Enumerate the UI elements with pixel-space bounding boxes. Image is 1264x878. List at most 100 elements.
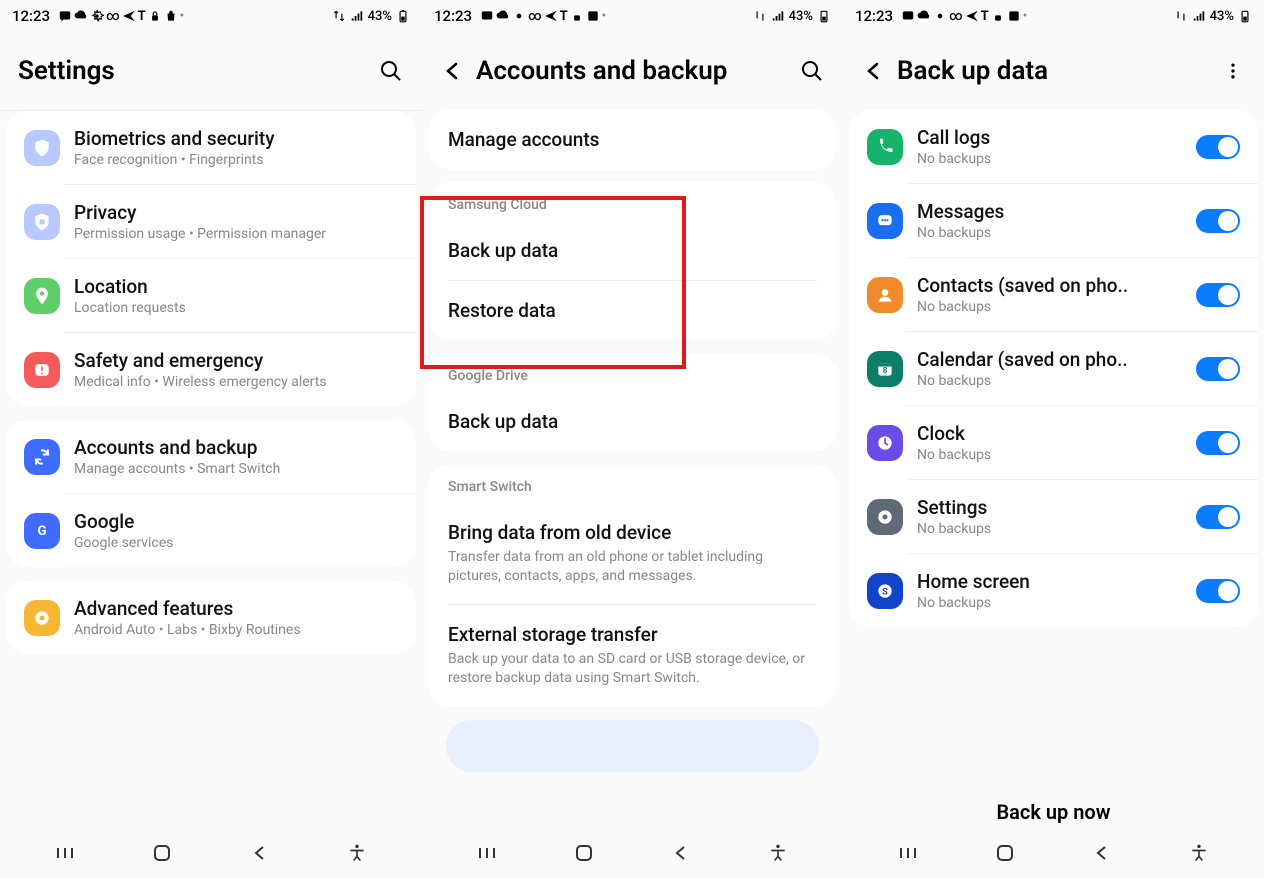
- status-time: 12:23: [12, 7, 50, 25]
- pill-area: [446, 720, 819, 772]
- status-time: 12:23: [434, 7, 472, 25]
- toggle-switch[interactable]: [1196, 579, 1240, 603]
- settings-item-privacy[interactable]: Privacy Permission usage • Permission ma…: [6, 185, 416, 258]
- settings-item-safety[interactable]: Safety and emergency Medical info • Wire…: [6, 333, 416, 406]
- backup-item-messages[interactable]: Messages No backups: [849, 184, 1258, 257]
- backup-item-home-screen[interactable]: S Home screen No backups: [849, 554, 1258, 627]
- nav-back-icon[interactable]: [1088, 839, 1116, 867]
- back-up-now-button[interactable]: Back up now: [843, 780, 1264, 828]
- google-icon: G: [24, 513, 60, 549]
- nav-home-icon[interactable]: [991, 839, 1019, 867]
- gear-icon: [90, 9, 104, 23]
- samsung-restore-data-item[interactable]: Restore data: [428, 281, 837, 340]
- toggle-switch[interactable]: [1196, 135, 1240, 159]
- nav-recents-icon[interactable]: [51, 839, 79, 867]
- bring-data-item[interactable]: Bring data from old device Transfer data…: [428, 503, 837, 604]
- samsung-back-up-data-item[interactable]: Back up data: [428, 221, 837, 280]
- item-label: Location: [74, 275, 398, 298]
- nav-back-icon[interactable]: [246, 839, 274, 867]
- status-bar: 12:23 ∞ T • 43%: [0, 0, 422, 32]
- search-icon[interactable]: [378, 58, 404, 84]
- nav-accessibility-icon[interactable]: [764, 839, 792, 867]
- more-icon[interactable]: [1220, 58, 1246, 84]
- screen-accounts-backup: 12:23 ∞ T • 43% Accounts and backup: [422, 0, 843, 878]
- toggle-switch[interactable]: [1196, 209, 1240, 233]
- status-icons-left: ∞ T •: [901, 9, 1027, 23]
- toggle-switch[interactable]: [1196, 505, 1240, 529]
- signal-icon: [350, 9, 364, 23]
- item-sub: Permission usage • Permission manager: [74, 226, 398, 242]
- status-icons-right: 43%: [332, 9, 410, 24]
- item-sub: No backups: [917, 299, 1190, 315]
- send-icon: [544, 9, 558, 23]
- shield-icon: [24, 130, 60, 166]
- phone-icon: [867, 129, 903, 165]
- item-label: Messages: [917, 200, 1190, 223]
- gear-icon: [933, 9, 947, 23]
- item-label: Google: [74, 510, 398, 533]
- status-icons-right: 43%: [1174, 9, 1252, 24]
- settings-item-biometrics[interactable]: Biometrics and security Face recognition…: [6, 111, 416, 184]
- battery-icon: [1238, 9, 1252, 23]
- status-icons-left: ∞ T •: [58, 9, 184, 23]
- item-sub: Face recognition • Fingerprints: [74, 152, 398, 168]
- settings-gear-icon: [867, 499, 903, 535]
- status-icons-left: ∞ T •: [480, 9, 606, 23]
- backup-item-contacts[interactable]: Contacts (saved on pho.. No backups: [849, 258, 1258, 331]
- toggle-switch[interactable]: [1196, 283, 1240, 307]
- status-bar: 12:23 ∞ T • 43%: [843, 0, 1264, 32]
- voicemail-icon: ∞: [106, 10, 120, 23]
- item-sub: No backups: [917, 373, 1190, 389]
- item-sub: Android Auto • Labs • Bixby Routines: [74, 622, 398, 638]
- send-icon: [965, 9, 979, 23]
- sync-icon: [24, 439, 60, 475]
- lock-icon: [148, 9, 162, 23]
- nav-home-icon[interactable]: [570, 839, 598, 867]
- back-up-now-label: Back up now: [996, 800, 1110, 824]
- carrier-icon: T: [981, 10, 989, 23]
- external-storage-item[interactable]: External storage transfer Back up your d…: [428, 605, 837, 706]
- manage-accounts-item[interactable]: Manage accounts: [428, 110, 837, 169]
- nav-recents-icon[interactable]: [473, 839, 501, 867]
- backup-item-call-logs[interactable]: Call logs No backups: [849, 110, 1258, 183]
- backup-header: Back up data: [843, 32, 1264, 110]
- calendar-icon: 8: [867, 351, 903, 387]
- dot-icon: •: [1023, 10, 1028, 23]
- settings-header: Settings: [0, 32, 422, 111]
- toggle-switch[interactable]: [1196, 431, 1240, 455]
- nav-accessibility-icon[interactable]: [343, 839, 371, 867]
- voicemail-icon: ∞: [528, 10, 542, 23]
- image-icon: [586, 9, 600, 23]
- settings-item-google[interactable]: G Google Google services: [6, 494, 416, 567]
- nav-home-icon[interactable]: [148, 839, 176, 867]
- back-icon[interactable]: [440, 58, 466, 84]
- dot-icon: •: [180, 10, 185, 23]
- settings-item-accounts-backup[interactable]: Accounts and backup Manage accounts • Sm…: [6, 420, 416, 493]
- page-title: Back up data: [897, 56, 1210, 86]
- nav-back-icon[interactable]: [667, 839, 695, 867]
- settings-list: Biometrics and security Face recognition…: [0, 111, 422, 828]
- item-label: Call logs: [917, 126, 1190, 149]
- nav-accessibility-icon[interactable]: [1185, 839, 1213, 867]
- item-sub: Manage accounts • Smart Switch: [74, 461, 398, 477]
- backup-item-calendar[interactable]: 8 Calendar (saved on pho.. No backups: [849, 332, 1258, 405]
- contacts-icon: [867, 277, 903, 313]
- alert-icon: [24, 352, 60, 388]
- nav-bar: [843, 828, 1264, 878]
- backup-item-settings[interactable]: Settings No backups: [849, 480, 1258, 553]
- toggle-switch[interactable]: [1196, 357, 1240, 381]
- settings-item-advanced[interactable]: Advanced features Android Auto • Labs • …: [6, 581, 416, 654]
- settings-item-location[interactable]: Location Location requests: [6, 259, 416, 332]
- backup-item-clock[interactable]: Clock No backups: [849, 406, 1258, 479]
- back-icon[interactable]: [861, 58, 887, 84]
- page-title: Settings: [18, 56, 368, 86]
- item-sub: Medical info • Wireless emergency alerts: [74, 374, 398, 390]
- item-sub: No backups: [917, 447, 1190, 463]
- item-sub: No backups: [917, 521, 1190, 537]
- chat-icon: [58, 9, 72, 23]
- screen-settings: 12:23 ∞ T • 43% Settings: [0, 0, 422, 878]
- item-label: Safety and emergency: [74, 349, 398, 372]
- nav-recents-icon[interactable]: [894, 839, 922, 867]
- google-back-up-data-item[interactable]: Back up data: [428, 392, 837, 451]
- search-icon[interactable]: [799, 58, 825, 84]
